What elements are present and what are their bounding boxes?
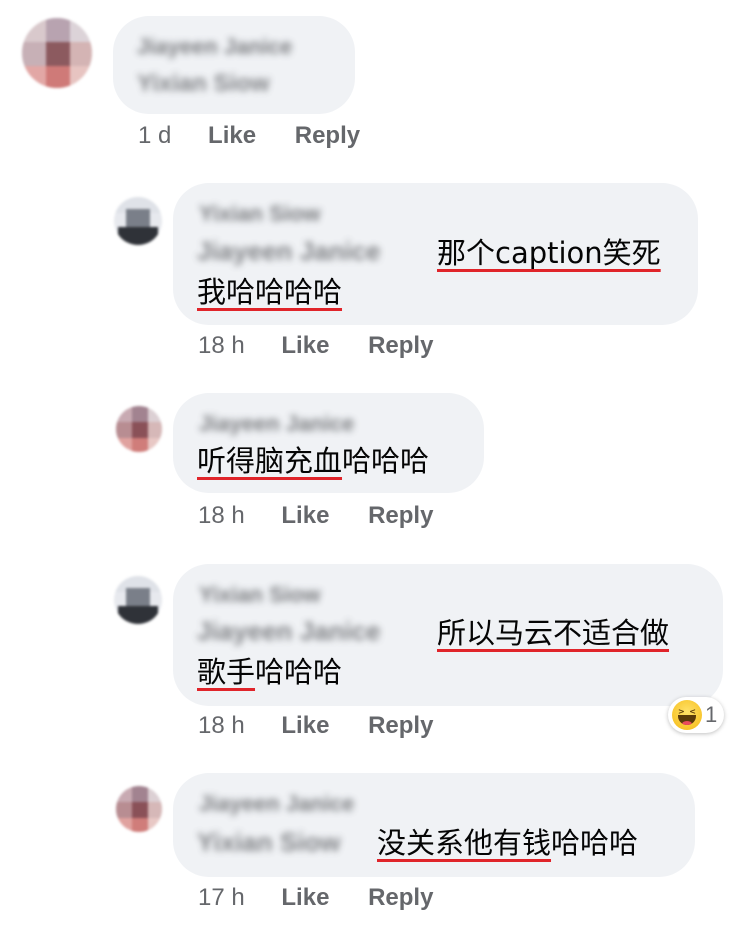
- like-button[interactable]: Like: [281, 884, 329, 911]
- comment-timestamp[interactable]: 18 h: [198, 712, 245, 739]
- comment-bubble: Jiayeen Janice Yixian Siow: [113, 16, 355, 114]
- reply-button[interactable]: Reply: [295, 122, 360, 149]
- mention-tag[interactable]: Yixian Siow: [197, 827, 341, 858]
- reaction-badge[interactable]: > < 1: [668, 697, 724, 733]
- like-button[interactable]: Like: [281, 332, 329, 359]
- comment-text: 我哈哈哈哈: [197, 275, 343, 309]
- comment-bubble: Jiayeen Janice 听得脑充血哈哈哈: [173, 393, 484, 493]
- underlined-phrase: 歌手: [197, 655, 256, 689]
- reaction-count: 1: [705, 702, 718, 727]
- mention-tag[interactable]: Yixian Siow: [137, 70, 269, 98]
- haha-reaction-icon: > <: [672, 700, 702, 730]
- comment-author[interactable]: Jiayeen Janice: [199, 791, 354, 817]
- avatar[interactable]: [22, 18, 92, 88]
- comment-meta: 18 h Like Reply: [198, 502, 433, 530]
- avatar[interactable]: [116, 406, 162, 452]
- mention-tag[interactable]: Jiayeen Janice: [197, 616, 381, 647]
- like-button[interactable]: Like: [281, 712, 329, 739]
- comment-author[interactable]: Jiayeen Janice: [199, 411, 354, 437]
- mention-tag[interactable]: Jiayeen Janice: [197, 236, 381, 267]
- avatar[interactable]: [114, 197, 162, 245]
- comment-text: 所以马云不适合做: [437, 616, 670, 650]
- comment-timestamp[interactable]: 1 d: [138, 122, 171, 149]
- underlined-phrase: 听得脑充血: [197, 444, 343, 478]
- comment-bubble: Jiayeen Janice Yixian Siow 没关系他有钱哈哈哈: [173, 773, 695, 877]
- like-button[interactable]: Like: [281, 502, 329, 529]
- comment-author[interactable]: Yixian Siow: [199, 582, 320, 608]
- comment-timestamp[interactable]: 18 h: [198, 502, 245, 529]
- laughter-text: 哈哈哈: [551, 826, 639, 860]
- comment-timestamp[interactable]: 18 h: [198, 332, 245, 359]
- comment-meta: 18 h Like Reply: [198, 332, 433, 360]
- avatar[interactable]: [114, 576, 162, 624]
- comment-text: 没关系他有钱哈哈哈: [377, 824, 638, 862]
- comment-text: 那个caption笑死: [437, 236, 661, 270]
- underlined-phrase: 没关系他有钱: [377, 826, 552, 860]
- reply-button[interactable]: Reply: [368, 884, 433, 911]
- comment-author[interactable]: Yixian Siow: [199, 201, 320, 227]
- comment-text: 歌手哈哈哈: [197, 653, 342, 691]
- comment-bubble: Yixian Siow Jiayeen Janice 那个caption笑死 我…: [173, 183, 698, 325]
- reply-button[interactable]: Reply: [368, 712, 433, 739]
- like-button[interactable]: Like: [208, 122, 256, 149]
- reply-button[interactable]: Reply: [368, 502, 433, 529]
- comment-meta: 18 h Like Reply: [198, 712, 433, 740]
- comment-bubble: Yixian Siow Jiayeen Janice 所以马云不适合做 歌手哈哈…: [173, 564, 723, 706]
- comment-text: 听得脑充血哈哈哈: [197, 442, 429, 480]
- avatar[interactable]: [116, 786, 162, 832]
- comment-timestamp[interactable]: 17 h: [198, 884, 245, 911]
- reply-button[interactable]: Reply: [368, 332, 433, 359]
- comment-author[interactable]: Jiayeen Janice: [137, 34, 292, 60]
- laughter-text: 哈哈哈: [342, 444, 430, 478]
- laughter-text: 哈哈哈: [255, 655, 343, 689]
- comment-meta: 1 d Like Reply: [138, 122, 360, 150]
- comment-meta: 17 h Like Reply: [198, 884, 433, 912]
